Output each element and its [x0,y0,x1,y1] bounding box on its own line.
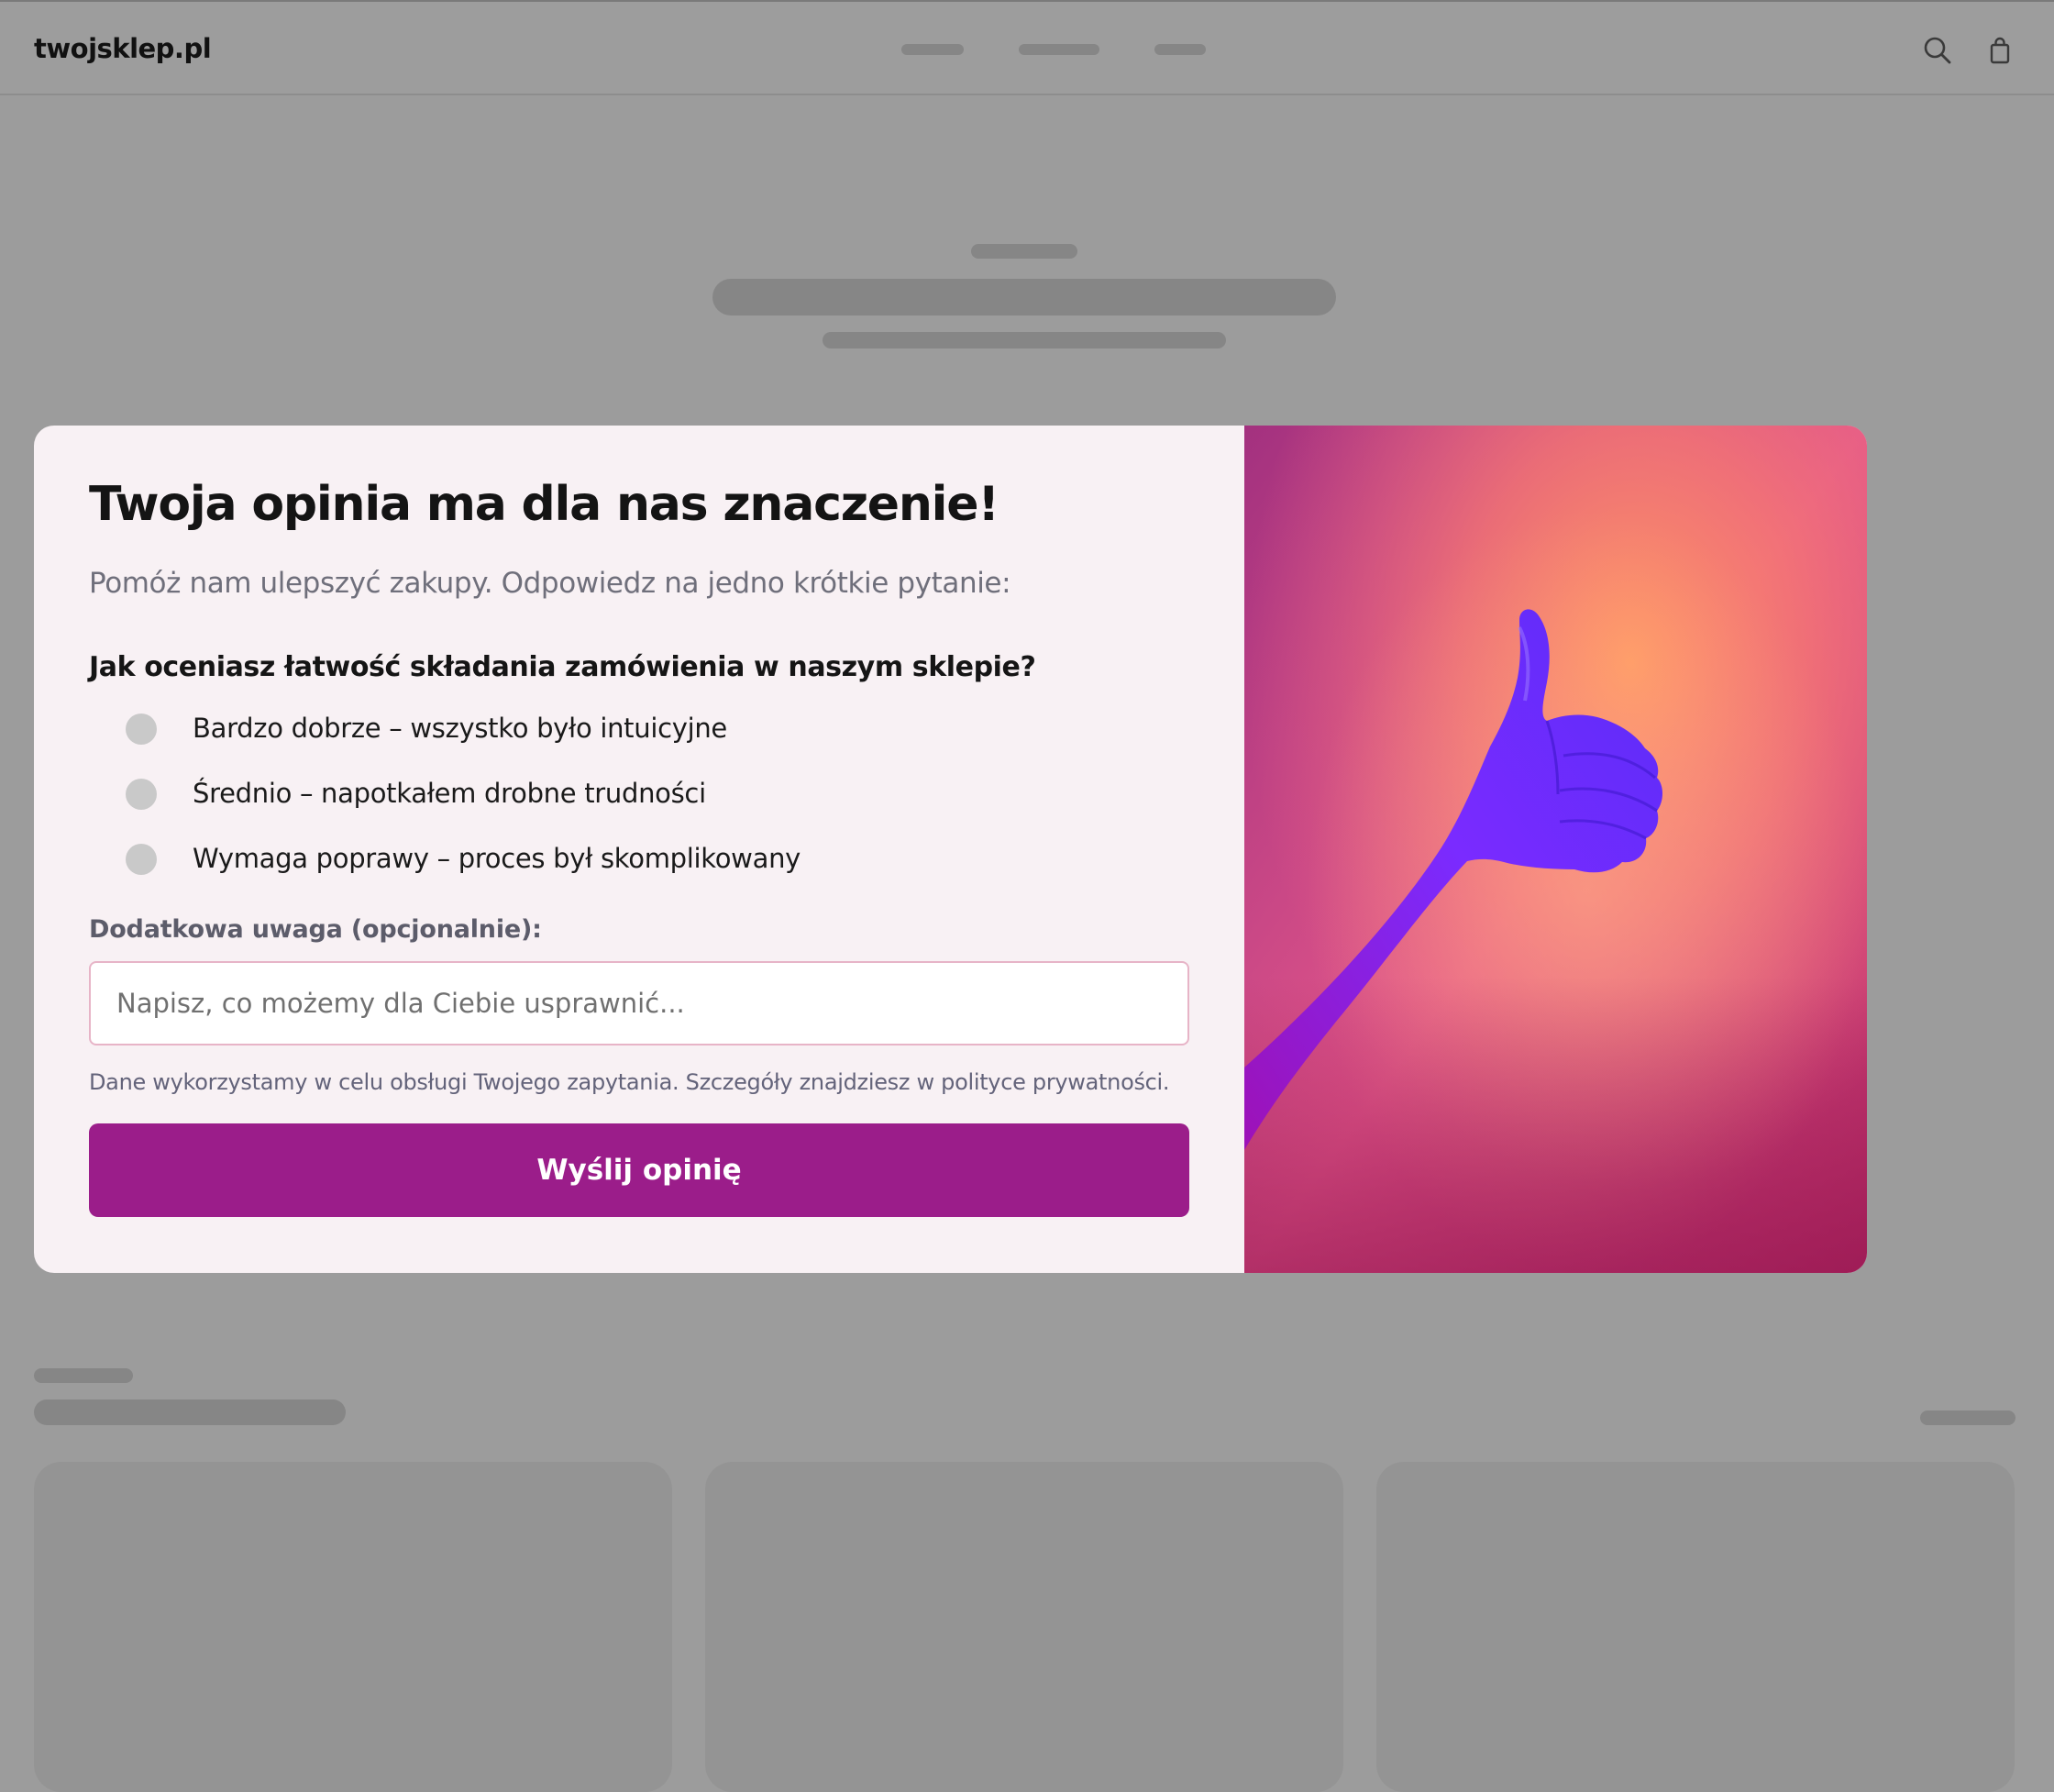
shopping-bag-icon[interactable] [1984,35,2015,66]
submit-feedback-button[interactable]: Wyślij opinię [89,1123,1189,1217]
modal-title: Twoja opinia ma dla nas znaczenie! [89,477,999,532]
hero-title-placeholder [712,279,1336,315]
nav-link-placeholder-3 [1154,44,1206,55]
hero-subtitle-placeholder [823,332,1226,348]
section-link-placeholder [1920,1410,2015,1425]
option-label[interactable]: Średnio – napotkałem drobne trudności [193,778,706,809]
product-card-placeholder-3 [1376,1462,2015,1792]
feedback-modal: Twoja opinia ma dla nas znaczenie! Pomóż… [34,426,1867,1273]
rating-option-very-good[interactable]: Bardzo dobrze – wszystko było intuicyjne [89,713,914,754]
feedback-form: Twoja opinia ma dla nas znaczenie! Pomóż… [34,426,1244,1273]
comment-input[interactable] [89,961,1189,1045]
radio-button[interactable] [126,779,157,810]
rating-option-needs-improvement[interactable]: Wymaga poprawy – proces był skomplikowan… [89,843,914,884]
nav-link-placeholder-1 [901,44,964,55]
section-eyebrow-placeholder [34,1368,133,1383]
nav-link-placeholder-2 [1019,44,1099,55]
option-label[interactable]: Wymaga poprawy – proces był skomplikowan… [193,843,801,874]
hero-eyebrow-placeholder [971,244,1077,259]
top-navigation-bar: twojsklep.pl [0,0,2054,95]
thumbs-up-image [1244,426,1867,1273]
privacy-note: Dane wykorzystamy w celu obsługi Twojego… [89,1069,1170,1095]
site-logo[interactable]: twojsklep.pl [34,33,212,64]
radio-button[interactable] [126,713,157,745]
search-icon[interactable] [1922,35,1953,66]
option-label[interactable]: Bardzo dobrze – wszystko było intuicyjne [193,713,727,744]
comment-field-label: Dodatkowa uwaga (opcjonalnie): [89,915,542,944]
modal-subtitle: Pomóż nam ulepszyć zakupy. Odpowiedz na … [89,567,1011,600]
radio-button[interactable] [126,844,157,875]
rating-option-average[interactable]: Średnio – napotkałem drobne trudności [89,778,914,819]
product-card-placeholder-1 [34,1462,672,1792]
section-title-placeholder [34,1399,346,1425]
product-card-placeholder-2 [705,1462,1343,1792]
thumbs-up-icon [1244,426,1867,1273]
survey-question: Jak oceniasz łatwość składania zamówieni… [89,651,1036,683]
